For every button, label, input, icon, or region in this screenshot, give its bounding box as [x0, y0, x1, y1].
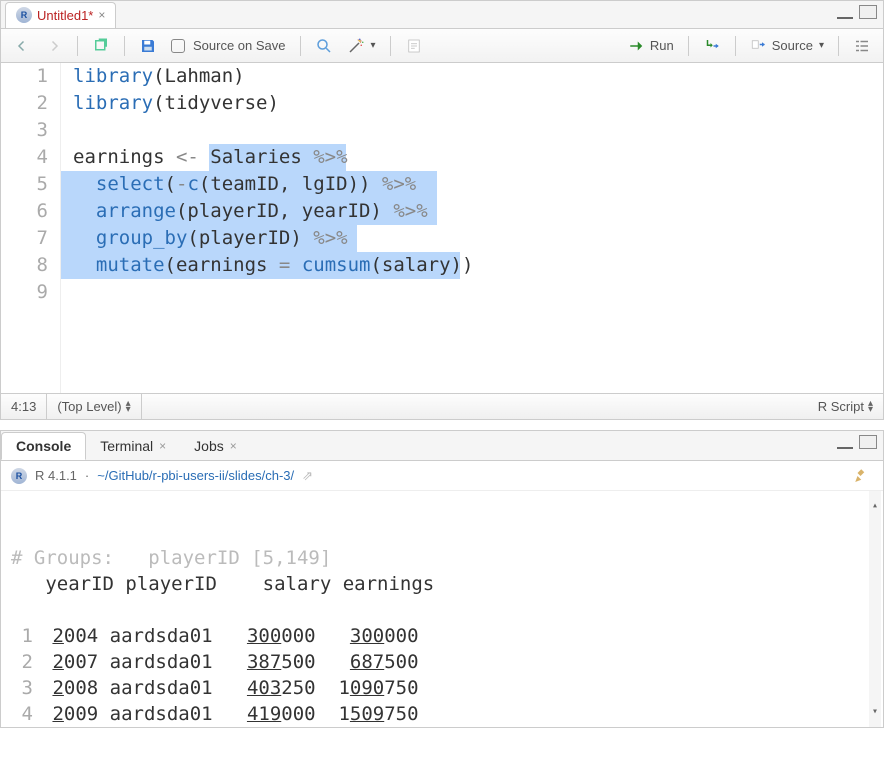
cursor-position: 4:13 — [1, 394, 47, 419]
updown-icon: ▴▾ — [868, 401, 873, 413]
nav-back-button[interactable] — [9, 35, 35, 57]
scroll-up-icon[interactable]: ▴ — [869, 493, 881, 519]
console-info-bar: R 4.1.1 · ~/GitHub/r-pbi-users-ii/slides… — [1, 461, 883, 491]
chevron-down-icon: ▾ — [371, 40, 376, 51]
code-line[interactable]: library(Lahman) — [73, 63, 883, 90]
maximize-pane-icon[interactable] — [859, 435, 877, 449]
code-line[interactable]: arrange(playerID, yearID) %>% — [73, 198, 883, 225]
working-directory-link[interactable]: ~/GitHub/r-pbi-users-ii/slides/ch-3/ — [97, 468, 294, 483]
editor-tabbar: Untitled1* × — [1, 1, 883, 29]
run-button[interactable]: Run — [624, 35, 678, 57]
code-line[interactable]: group_by(playerID) %>% — [73, 225, 883, 252]
table-row: 3 2008 aardsda01 403250 1090750 — [11, 675, 873, 701]
compile-report-button[interactable] — [401, 35, 427, 57]
table-row: 1 2004 aardsda01 300000 300000 — [11, 623, 873, 649]
editor-statusbar: 4:13 (Top Level) ▴▾ R Script ▴▾ — [1, 393, 883, 419]
close-icon[interactable]: × — [159, 439, 166, 453]
source-on-save-toggle[interactable]: Source on Save — [167, 36, 290, 55]
nav-forward-button[interactable] — [41, 35, 67, 57]
close-icon[interactable]: × — [98, 8, 105, 22]
console-pane: Console Terminal × Jobs × R 4.1.1 · ~/Gi… — [0, 430, 884, 728]
console-tabbar: Console Terminal × Jobs × — [1, 431, 883, 461]
source-btn-label: Source — [772, 38, 813, 53]
table-row: 2 2007 aardsda01 387500 687500 — [11, 649, 873, 675]
pane-window-controls — [837, 5, 877, 19]
scroll-down-icon[interactable]: ▾ — [869, 699, 881, 725]
minimize-pane-icon[interactable] — [837, 15, 853, 19]
code-line[interactable]: earnings <- Salaries %>% — [73, 144, 883, 171]
source-pane: Untitled1* × Source on Save — [0, 0, 884, 420]
editor-tab[interactable]: Untitled1* × — [5, 2, 116, 28]
checkbox-icon — [171, 39, 185, 53]
minimize-pane-icon[interactable] — [837, 445, 853, 449]
tab-terminal[interactable]: Terminal × — [86, 433, 180, 459]
maximize-pane-icon[interactable] — [859, 5, 877, 19]
r-version: R 4.1.1 — [35, 468, 77, 483]
code-line[interactable]: select(-c(teamID, lgID)) %>% — [73, 171, 883, 198]
scrollbar[interactable]: ▴ ▾ — [869, 491, 881, 727]
save-button[interactable] — [135, 35, 161, 57]
code-area[interactable]: library(Lahman)library(tidyverse) earnin… — [61, 63, 883, 393]
source-button[interactable]: Source ▾ — [746, 35, 828, 57]
code-line[interactable]: mutate(earnings = cumsum(salary)) — [73, 252, 883, 279]
tab-jobs[interactable]: Jobs × — [180, 433, 251, 459]
code-tools-button[interactable]: ▾ — [343, 35, 380, 57]
rerun-button[interactable] — [699, 35, 725, 57]
line-number-gutter: 123456789 — [1, 63, 61, 393]
scope-selector[interactable]: (Top Level) ▴▾ — [47, 394, 141, 419]
updown-icon: ▴▾ — [126, 401, 131, 413]
find-button[interactable] — [311, 35, 337, 57]
clear-console-icon[interactable] — [853, 467, 871, 488]
code-line[interactable]: library(tidyverse) — [73, 90, 883, 117]
tab-console[interactable]: Console — [1, 432, 86, 460]
run-label: Run — [650, 38, 674, 53]
language-mode[interactable]: R Script ▴▾ — [808, 394, 883, 419]
r-logo-icon — [11, 468, 27, 484]
pane-window-controls — [837, 435, 877, 449]
show-in-new-window-button[interactable] — [88, 35, 114, 57]
tab-title: Untitled1* — [37, 8, 93, 23]
outline-button[interactable] — [849, 35, 875, 57]
chevron-down-icon: ▾ — [819, 40, 824, 51]
wd-popout-icon[interactable]: ⇗ — [302, 468, 313, 484]
code-editor[interactable]: 123456789 library(Lahman)library(tidyver… — [1, 63, 883, 393]
table-row: 4 2009 aardsda01 419000 1509750 — [11, 701, 873, 727]
console-output[interactable]: # Groups: playerID [5,149] yearID player… — [1, 491, 883, 727]
close-icon[interactable]: × — [230, 439, 237, 453]
editor-toolbar: Source on Save ▾ Run Source ▾ — [1, 29, 883, 63]
r-file-icon — [16, 7, 32, 23]
source-on-save-label: Source on Save — [193, 38, 286, 53]
code-line[interactable] — [73, 117, 883, 144]
code-line[interactable] — [73, 279, 883, 306]
